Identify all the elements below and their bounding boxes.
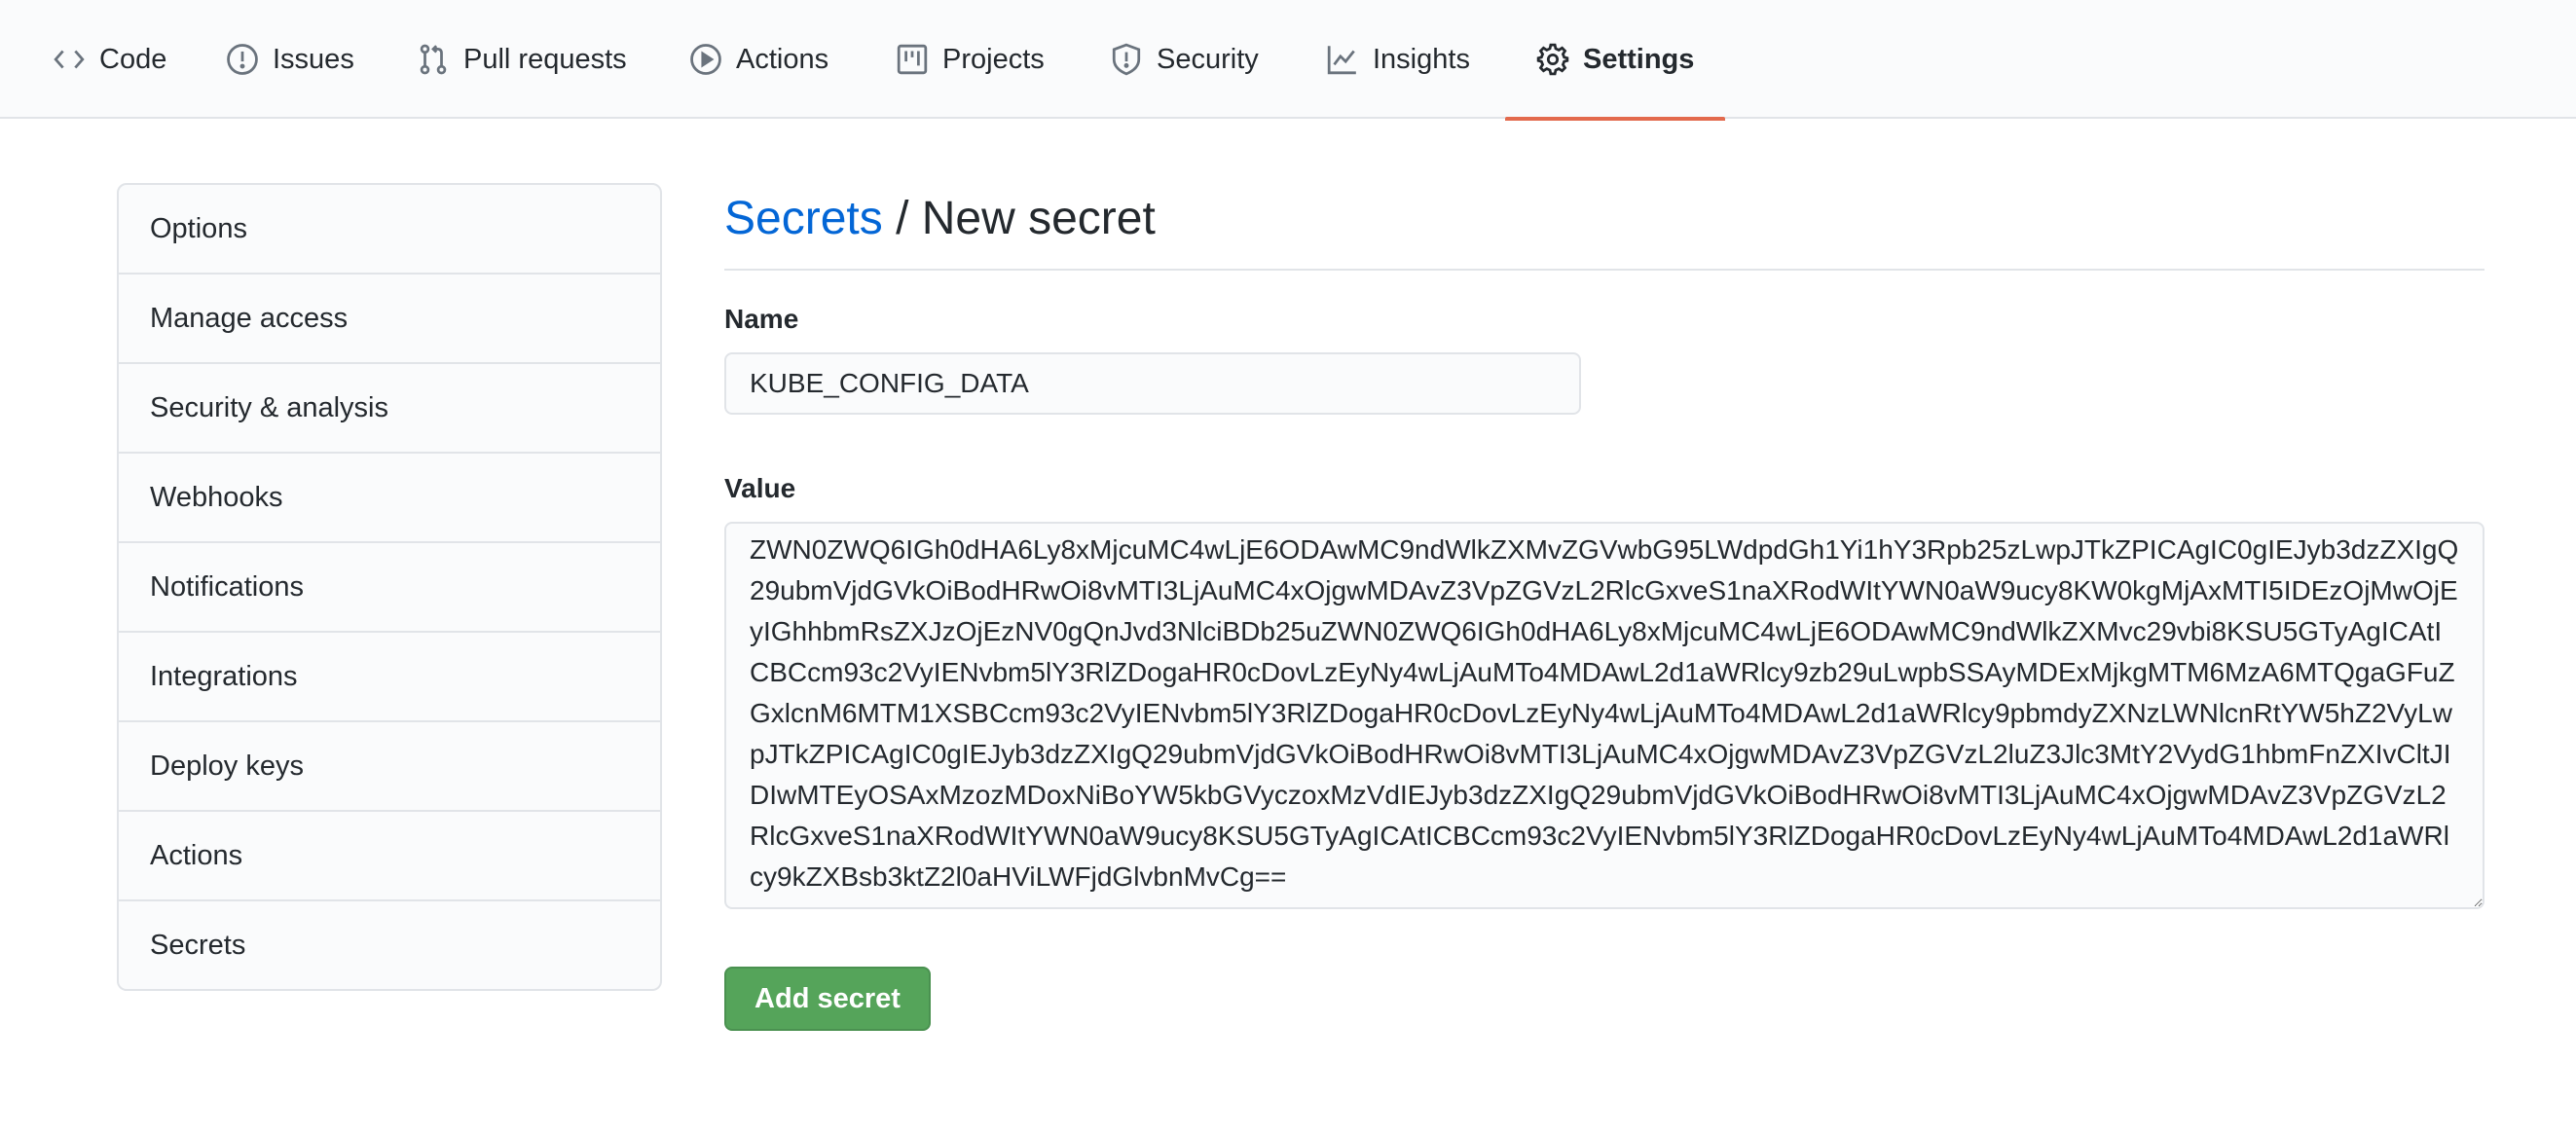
sidebar-item-manage-access[interactable]: Manage access xyxy=(119,275,660,364)
sidebar-item-options[interactable]: Options xyxy=(119,185,660,275)
page-title-text: New secret xyxy=(921,193,1156,244)
tab-label: Issues xyxy=(273,43,354,75)
page-title: Secrets / New secret xyxy=(724,183,2484,271)
sidebar-item-security-analysis[interactable]: Security & analysis xyxy=(119,364,660,454)
breadcrumb-separator: / xyxy=(882,193,922,244)
tab-pull-requests[interactable]: Pull requests xyxy=(417,0,627,119)
tab-label: Pull requests xyxy=(463,43,627,75)
sidebar-item-webhooks[interactable]: Webhooks xyxy=(119,454,660,543)
sidebar-item-notifications[interactable]: Notifications xyxy=(119,543,660,633)
shield-icon xyxy=(1110,43,1143,76)
gear-icon xyxy=(1536,43,1569,76)
tab-label: Settings xyxy=(1583,43,1695,75)
add-secret-button[interactable]: Add secret xyxy=(724,967,931,1031)
sidebar-item-deploy-keys[interactable]: Deploy keys xyxy=(119,722,660,812)
secret-value-textarea[interactable]: ZWN0ZWQ6IGh0dHA6Ly8xMjcuMC4wLjE6ODAwMC9n… xyxy=(724,522,2484,909)
tab-security[interactable]: Security xyxy=(1110,0,1259,119)
code-icon xyxy=(53,43,86,76)
new-secret-form: Secrets / New secret Name Value ZWN0ZWQ6… xyxy=(724,183,2484,1031)
tab-label: Code xyxy=(99,43,167,75)
tab-label: Actions xyxy=(736,43,829,75)
value-label: Value xyxy=(724,473,796,503)
repo-nav: Code Issues Pull requests Actions Projec… xyxy=(0,0,2576,121)
tab-label: Projects xyxy=(942,43,1045,75)
tab-label: Insights xyxy=(1373,43,1470,75)
tab-actions[interactable]: Actions xyxy=(689,0,828,119)
play-icon xyxy=(689,43,722,76)
project-icon xyxy=(896,43,929,76)
tab-issues[interactable]: Issues xyxy=(226,0,354,119)
tab-code[interactable]: Code xyxy=(53,0,166,119)
settings-sidebar: Options Manage access Security & analysi… xyxy=(117,183,662,991)
name-label: Name xyxy=(724,304,799,334)
issue-icon xyxy=(226,43,259,76)
tab-settings[interactable]: Settings xyxy=(1504,0,1726,121)
graph-icon xyxy=(1326,43,1359,76)
breadcrumb-secrets-link[interactable]: Secrets xyxy=(724,193,883,244)
sidebar-item-integrations[interactable]: Integrations xyxy=(119,633,660,722)
pull-request-icon xyxy=(417,43,450,76)
tab-projects[interactable]: Projects xyxy=(896,0,1045,119)
secret-name-input[interactable] xyxy=(724,352,1581,415)
tab-label: Security xyxy=(1157,43,1259,75)
sidebar-item-actions[interactable]: Actions xyxy=(119,812,660,901)
tab-insights[interactable]: Insights xyxy=(1326,0,1470,119)
sidebar-item-secrets[interactable]: Secrets xyxy=(119,901,660,989)
